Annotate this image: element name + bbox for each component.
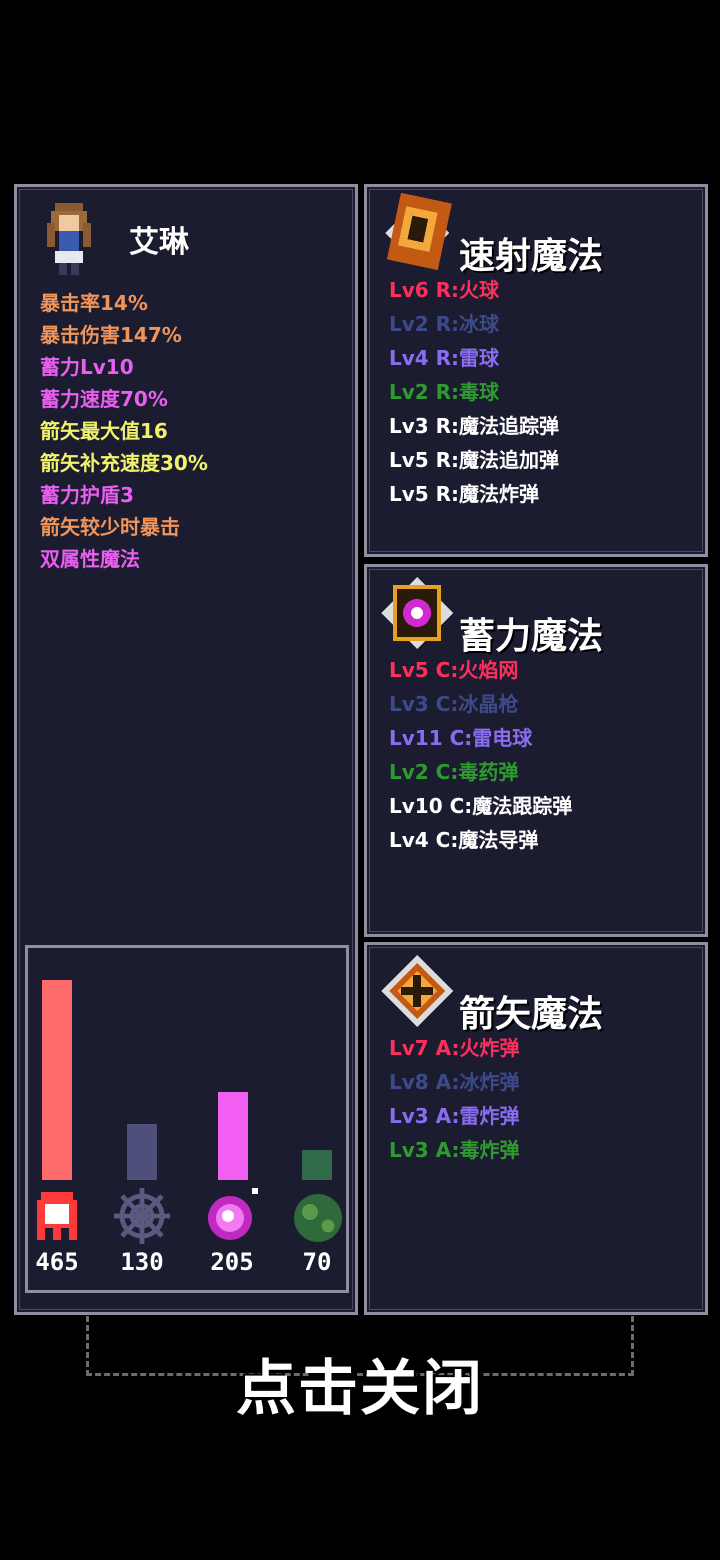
stat-arrow-max: 箭矢最大值16 xyxy=(40,419,168,443)
stat-list: 暴击率14% 暴击伤害147% 蓄力Lv10 蓄力速度70% 箭矢最大值16 箭… xyxy=(40,287,208,575)
fire-ghost-icon xyxy=(37,1192,77,1240)
charge-magic-title: 蓄力魔法 xyxy=(459,616,604,657)
skill-item: Lv3 A:雷炸弹 xyxy=(389,1104,520,1128)
stat-low-arrow-crit: 箭矢较少时暴击 xyxy=(40,515,180,539)
charge-magic-icon xyxy=(381,577,453,649)
rapid-magic-title: 速射魔法 xyxy=(459,236,604,277)
rapid-magic-panel: 速射魔法 Lv6 R:火球 Lv2 R:冰球 Lv4 R:雷球 Lv2 R:毒球… xyxy=(364,184,708,557)
skill-item: Lv3 R:魔法追踪弹 xyxy=(389,414,560,438)
ice-web-icon xyxy=(114,1188,170,1244)
skill-item: Lv3 C:冰晶枪 xyxy=(389,692,519,716)
skill-item: Lv5 R:魔法炸弹 xyxy=(389,482,540,506)
skill-item: Lv4 R:雷球 xyxy=(389,346,500,370)
thunder-orb-icon xyxy=(208,1188,258,1240)
character-avatar xyxy=(47,203,91,275)
arrow-magic-panel: 箭矢魔法 Lv7 A:火炸弹 Lv8 A:冰炸弹 Lv3 A:雷炸弹 Lv3 A… xyxy=(364,942,708,1315)
skill-item: Lv5 C:火焰网 xyxy=(389,658,519,682)
stat-crit-rate: 暴击率14% xyxy=(40,291,148,315)
skill-item: Lv2 R:冰球 xyxy=(389,312,500,336)
skill-item: Lv5 R:魔法追加弹 xyxy=(389,448,560,472)
character-name: 艾琳 xyxy=(129,225,189,260)
rapid-skill-list: Lv6 R:火球 Lv2 R:冰球 Lv4 R:雷球 Lv2 R:毒球 Lv3 … xyxy=(389,273,559,511)
stat-charge-level: 蓄力Lv10 xyxy=(40,355,134,379)
skill-item: Lv6 R:火球 xyxy=(389,278,500,302)
stat-crit-damage: 暴击伤害147% xyxy=(40,323,182,347)
skill-item: Lv2 C:毒药弹 xyxy=(389,760,519,784)
skill-item: Lv7 A:火炸弹 xyxy=(389,1036,520,1060)
stat-charge-speed: 蓄力速度70% xyxy=(40,387,168,411)
rapid-magic-icon xyxy=(385,193,452,271)
arrow-skill-list: Lv7 A:火炸弹 Lv8 A:冰炸弹 Lv3 A:雷炸弹 Lv3 A:毒炸弹 xyxy=(389,1031,520,1167)
arrow-magic-header: 箭矢魔法 xyxy=(377,951,697,1035)
stat-charge-shield: 蓄力护盾3 xyxy=(40,483,134,507)
fire-resource-bar xyxy=(42,980,72,1180)
charge-skill-list: Lv5 C:火焰网 Lv3 C:冰晶枪 Lv11 C:雷电球 Lv2 C:毒药弹… xyxy=(389,653,572,857)
skill-item: Lv10 C:魔法跟踪弹 xyxy=(389,794,573,818)
poison-resource-value: 70 xyxy=(302,1248,332,1276)
thunder-resource-bar xyxy=(218,1092,248,1180)
resource-box: 465 130 205 70 xyxy=(25,945,349,1293)
arrow-magic-title: 箭矢魔法 xyxy=(459,994,604,1035)
poison-blob-icon xyxy=(294,1194,342,1242)
skill-item: Lv4 C:魔法导弹 xyxy=(389,828,539,852)
charge-magic-panel: 蓄力魔法 Lv5 C:火焰网 Lv3 C:冰晶枪 Lv11 C:雷电球 Lv2 … xyxy=(364,564,708,937)
rapid-magic-header: 速射魔法 xyxy=(377,193,697,277)
character-panel: 艾琳 暴击率14% 暴击伤害147% 蓄力Lv10 蓄力速度70% 箭矢最大值1… xyxy=(14,184,358,1315)
charge-magic-header: 蓄力魔法 xyxy=(377,573,697,657)
skill-item: Lv3 A:毒炸弹 xyxy=(389,1138,520,1162)
close-button[interactable]: 点击关闭 xyxy=(0,1340,720,1427)
stat-dual-element: 双属性魔法 xyxy=(40,547,140,571)
stat-arrow-refill: 箭矢补充速度30% xyxy=(40,451,208,475)
arrow-magic-icon xyxy=(381,955,453,1027)
skill-item: Lv8 A:冰炸弹 xyxy=(389,1070,520,1094)
ice-resource-bar xyxy=(127,1124,157,1180)
skill-item: Lv2 R:毒球 xyxy=(389,380,500,404)
ice-resource-value: 130 xyxy=(120,1248,164,1276)
skill-item: Lv11 C:雷电球 xyxy=(389,726,533,750)
fire-resource-value: 465 xyxy=(35,1248,79,1276)
thunder-resource-value: 205 xyxy=(210,1248,254,1276)
poison-resource-bar xyxy=(302,1150,332,1180)
